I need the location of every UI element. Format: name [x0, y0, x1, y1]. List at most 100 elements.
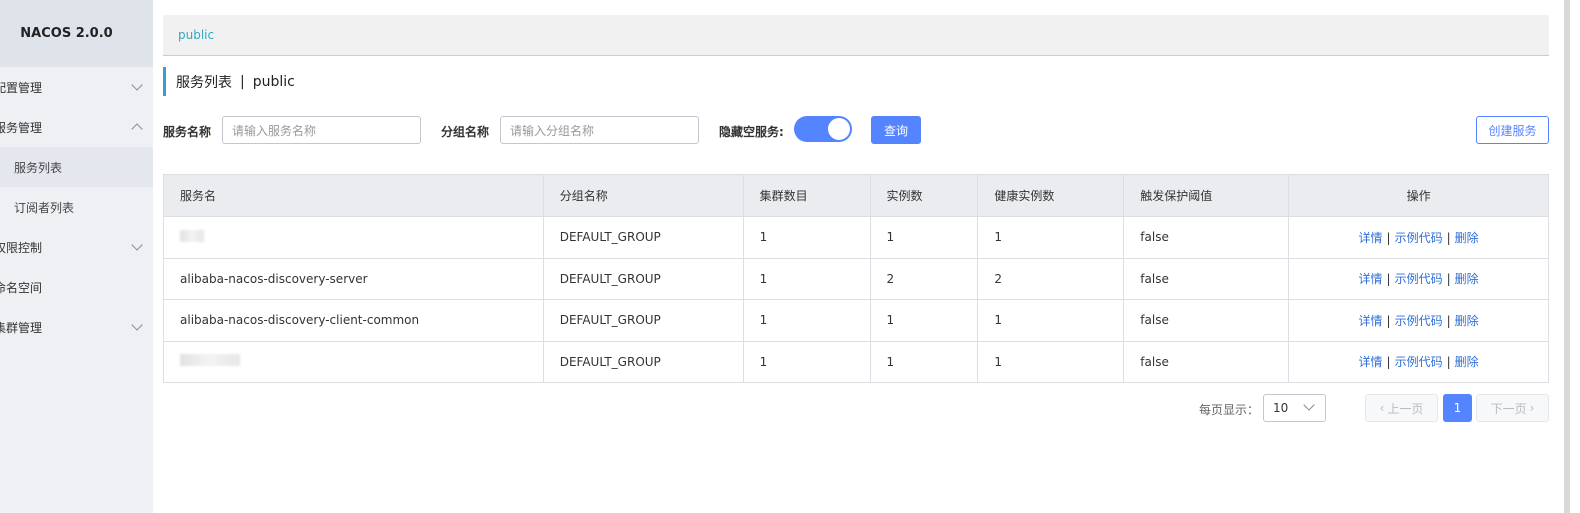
action-separator: |	[1386, 313, 1391, 328]
threshold-cell: false	[1123, 340, 1290, 383]
column-header: 实例数	[869, 174, 979, 217]
page-size-value: 10	[1273, 401, 1289, 415]
instances-cell: 1	[869, 216, 979, 259]
sidebar-item-label: 配置管理	[0, 80, 43, 95]
hide-empty-label: 隐藏空服务:	[719, 125, 784, 139]
page-title: 服务列表 | public	[163, 67, 295, 96]
group-cell: DEFAULT_GROUP	[542, 299, 744, 342]
prev-page-button[interactable]: ‹ 上一页	[1365, 394, 1438, 422]
instances-cell: 2	[869, 257, 979, 300]
chevron-up-icon	[131, 123, 143, 135]
action-separator: |	[1446, 355, 1451, 370]
column-header: 触发保护阈值	[1123, 174, 1290, 217]
clusters-cell: 1	[742, 299, 871, 342]
chevron-right-icon: ›	[1529, 401, 1535, 415]
action-separator: |	[1446, 272, 1451, 287]
sidebar-subitem-subscriber-list[interactable]: 订阅者列表	[0, 187, 153, 227]
page-size-select[interactable]: 10	[1263, 394, 1326, 422]
sidebar-item-auth[interactable]: 权限控制	[0, 227, 153, 267]
filter-bar: 服务名称 请输入服务名称 分组名称 请输入分组名称 隐藏空服务: 查询 创建服务	[163, 116, 1549, 144]
actions-cell: 详情 | 示例代码 | 删除	[1288, 299, 1549, 342]
healthy-cell: 1	[977, 216, 1125, 259]
instances-cell: 1	[869, 340, 979, 383]
sample-code-link[interactable]: 示例代码	[1395, 355, 1443, 369]
sidebar: NACOS 2.0.0 配置管理 服务管理 服务列表 订阅者列表 权限控制 命名…	[0, 0, 153, 513]
detail-link[interactable]: 详情	[1359, 272, 1383, 286]
query-button[interactable]: 查询	[871, 116, 921, 144]
threshold-cell: false	[1123, 257, 1290, 300]
app-logo: NACOS 2.0.0	[0, 0, 153, 67]
page-title-namespace: public	[252, 73, 295, 90]
actions-cell: 详情 | 示例代码 | 删除	[1288, 340, 1549, 383]
sample-code-link[interactable]: 示例代码	[1395, 314, 1443, 328]
clusters-cell: 1	[742, 216, 871, 259]
delete-link[interactable]: 删除	[1455, 314, 1479, 328]
sidebar-item-config[interactable]: 配置管理	[0, 67, 153, 107]
group-cell: DEFAULT_GROUP	[542, 216, 744, 259]
group-cell: DEFAULT_GROUP	[542, 257, 744, 300]
table-row: DEFAULT_GROUP 1 1 1 false 详情 | 示例代码 | 删除	[163, 216, 1549, 259]
next-page-button[interactable]: 下一页 ›	[1476, 394, 1549, 422]
service-table: 服务名 分组名称 集群数目 实例数 健康实例数 触发保护阈值 操作 DEFAUL…	[163, 174, 1549, 383]
group-name-input[interactable]: 请输入分组名称	[500, 116, 699, 144]
chevron-down-icon	[131, 79, 143, 91]
sidebar-subitem-service-list[interactable]: 服务列表	[0, 147, 153, 187]
group-name-label: 分组名称	[441, 125, 490, 139]
delete-link[interactable]: 删除	[1455, 272, 1479, 286]
hide-empty-toggle[interactable]	[794, 116, 852, 142]
page-size-label: 每页显示：	[1199, 403, 1260, 417]
service-name-cell: alibaba-nacos-discovery-server	[163, 257, 544, 300]
detail-link[interactable]: 详情	[1359, 231, 1383, 245]
vertical-scrollbar[interactable]	[1564, 0, 1570, 513]
chevron-down-icon	[131, 239, 143, 251]
service-name-input[interactable]: 请输入服务名称	[222, 116, 421, 144]
column-header: 操作	[1288, 174, 1549, 217]
service-name-cell	[163, 216, 544, 259]
healthy-cell: 2	[977, 257, 1125, 300]
detail-link[interactable]: 详情	[1359, 314, 1383, 328]
delete-link[interactable]: 删除	[1455, 355, 1479, 369]
table-row: DEFAULT_GROUP 1 1 1 false 详情 | 示例代码 | 删除	[163, 340, 1549, 383]
redacted-name	[180, 354, 240, 367]
healthy-cell: 1	[977, 299, 1125, 342]
chevron-down-icon	[131, 319, 143, 331]
delete-link[interactable]: 删除	[1455, 231, 1479, 245]
table-header-row: 服务名 分组名称 集群数目 实例数 健康实例数 触发保护阈值 操作	[163, 174, 1549, 217]
sample-code-link[interactable]: 示例代码	[1395, 231, 1443, 245]
sample-code-link[interactable]: 示例代码	[1395, 272, 1443, 286]
title-separator: |	[240, 73, 245, 90]
chevron-left-icon: ‹	[1379, 401, 1385, 415]
action-separator: |	[1446, 230, 1451, 245]
clusters-cell: 1	[742, 340, 871, 383]
page-number-current[interactable]: 1	[1443, 394, 1472, 422]
sidebar-item-label: 集群管理	[0, 320, 43, 335]
action-separator: |	[1386, 272, 1391, 287]
column-header: 健康实例数	[977, 174, 1125, 217]
sidebar-item-label: 权限控制	[0, 240, 43, 255]
sidebar-item-cluster[interactable]: 集群管理	[0, 307, 153, 347]
table-row: alibaba-nacos-discovery-server DEFAULT_G…	[163, 257, 1549, 300]
actions-cell: 详情 | 示例代码 | 删除	[1288, 257, 1549, 300]
clusters-cell: 1	[742, 257, 871, 300]
main-content: public 服务列表 | public 服务名称 请输入服务名称 分组名称 请…	[153, 0, 1580, 513]
group-cell: DEFAULT_GROUP	[542, 340, 744, 383]
column-header: 服务名	[163, 174, 544, 217]
namespace-bar: public	[163, 15, 1549, 56]
service-name-cell	[163, 340, 544, 383]
column-header: 集群数目	[742, 174, 871, 217]
threshold-cell: false	[1123, 216, 1290, 259]
service-name-cell: alibaba-nacos-discovery-client-common	[163, 299, 544, 342]
instances-cell: 1	[869, 299, 979, 342]
prev-page-label: 上一页	[1387, 401, 1424, 416]
actions-cell: 详情 | 示例代码 | 删除	[1288, 216, 1549, 259]
sidebar-item-label: 命名空间	[0, 280, 43, 295]
sidebar-item-service[interactable]: 服务管理	[0, 107, 153, 147]
chevron-down-icon	[1303, 399, 1315, 411]
create-service-button[interactable]: 创建服务	[1476, 116, 1549, 144]
action-separator: |	[1446, 313, 1451, 328]
detail-link[interactable]: 详情	[1359, 355, 1383, 369]
toggle-knob	[828, 118, 850, 140]
sidebar-item-namespace[interactable]: 命名空间	[0, 267, 153, 307]
pagination: 每页显示： 10 ‹ 上一页 1 下一页 ›	[153, 394, 1549, 422]
namespace-tab-public[interactable]: public	[178, 28, 214, 42]
